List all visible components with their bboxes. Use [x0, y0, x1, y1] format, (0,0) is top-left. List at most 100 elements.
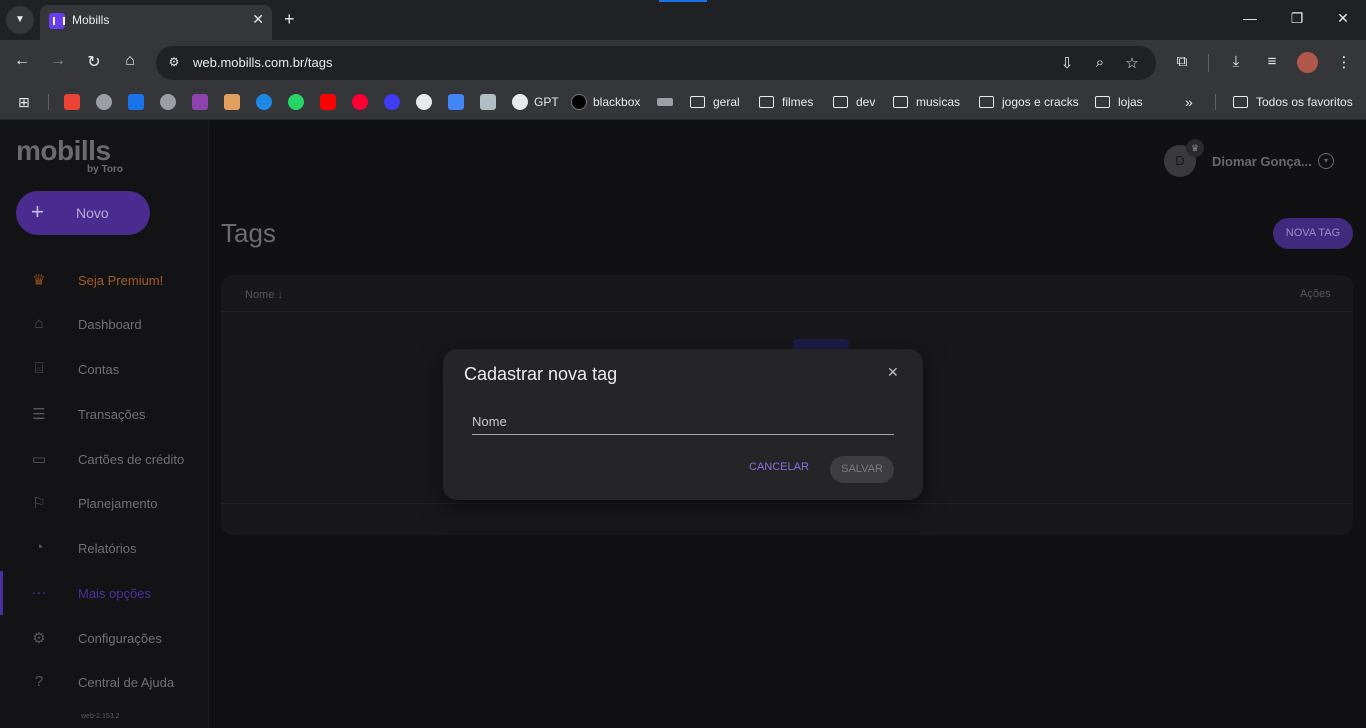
bookmark-label: geral: [713, 95, 740, 109]
new-button[interactable]: + Novo: [16, 191, 150, 235]
folder-icon: [833, 96, 848, 108]
sidebar-item-transacoes[interactable]: ☰ Transações: [0, 395, 208, 435]
sidebar-item-cartoes[interactable]: ▭ Cartões de crédito: [0, 440, 208, 480]
tag-name-field[interactable]: Nome: [472, 409, 894, 435]
page-title: Tags: [221, 218, 276, 248]
sidebar-item-dashboard[interactable]: ⌂ Dashboard: [0, 305, 208, 345]
logo-subtitle: by Toro: [87, 164, 123, 175]
bookmark-folder-musicas[interactable]: musicas: [893, 93, 960, 111]
url-text[interactable]: web.mobills.com.br/tags: [193, 55, 332, 70]
bookmark-site-icon[interactable]: [256, 94, 272, 110]
dialog-title: Cadastrar nova tag: [464, 364, 618, 384]
forward-icon[interactable]: →: [48, 52, 68, 70]
menu-icon[interactable]: ⋮: [1334, 53, 1354, 71]
bookmark-app-icon[interactable]: [128, 94, 144, 110]
save-button[interactable]: SALVAR: [830, 456, 894, 483]
youtube-music-icon[interactable]: [352, 94, 368, 110]
all-bookmarks-folder[interactable]: Todos os favoritos: [1233, 93, 1353, 111]
sidebar-item-label: Planejamento: [78, 496, 158, 511]
tab-indicator: [659, 0, 707, 2]
sidebar-item-relatorios[interactable]: ◔ Relatórios: [0, 529, 208, 569]
bookmark-folder-filmes[interactable]: filmes: [759, 93, 813, 111]
sidebar-item-planejamento[interactable]: ⚐ Planejamento: [0, 484, 208, 524]
bookmark-folder-geral[interactable]: geral: [690, 93, 740, 111]
credit-card-icon: ▭: [31, 451, 47, 468]
sidebar-item-contas[interactable]: ⌸ Contas: [0, 350, 208, 390]
more-icon: ···: [31, 584, 47, 601]
table-header: Nome ↓ Ações: [221, 275, 1353, 312]
chevron-down-icon[interactable]: ▾: [1318, 153, 1334, 169]
close-icon[interactable]: ✕: [887, 364, 899, 381]
bookmark-folder-lojas[interactable]: lojas: [1095, 93, 1143, 111]
new-tag-dialog: Cadastrar nova tag ✕ Nome CANCELAR SALVA…: [443, 349, 923, 500]
column-name-header[interactable]: Nome ↓: [245, 289, 283, 301]
address-bar[interactable]: ⚙ web.mobills.com.br/tags ⇩ ⌕ ☆: [156, 46, 1156, 80]
bookmarks-divider: [1215, 94, 1216, 110]
bookmarks-divider: [48, 94, 49, 110]
new-tag-button[interactable]: NOVA TAG: [1273, 218, 1353, 249]
extensions-icon[interactable]: ⧉: [1172, 53, 1192, 70]
plus-icon: +: [31, 199, 44, 224]
sidebar-item-label: Mais opções: [78, 586, 151, 601]
sidebar-item-configuracoes[interactable]: ⚙ Configurações: [0, 619, 208, 659]
premium-crown-icon: ♛: [1186, 139, 1204, 157]
sidebar-item-premium[interactable]: ♛ Seja Premium!: [0, 261, 208, 301]
profile-avatar[interactable]: [1297, 52, 1318, 73]
pie-chart-icon: ◔: [34, 539, 44, 556]
bookmark-folder-dev[interactable]: dev: [833, 93, 875, 111]
zoom-icon[interactable]: ⌕: [1091, 54, 1109, 71]
youtube-icon[interactable]: [320, 94, 336, 110]
help-icon: ?: [34, 673, 44, 690]
bookmark-label: musicas: [916, 95, 961, 109]
tab-close-icon[interactable]: ✕: [252, 11, 264, 28]
tab-strip: ▼ Mobills ✕ + — ❐ ✕: [0, 0, 1366, 40]
translate-icon[interactable]: [448, 94, 464, 110]
sidebar-item-ajuda[interactable]: ? Central de Ajuda: [0, 663, 208, 703]
sidebar-item-label: Seja Premium!: [78, 273, 164, 288]
bookmark-site-icon[interactable]: [657, 98, 673, 106]
back-icon[interactable]: ←: [12, 52, 32, 70]
bookmark-label: jogos e cracks: [1002, 95, 1079, 109]
bookmark-blackbox[interactable]: blackbox: [571, 93, 640, 111]
browser-tab[interactable]: Mobills ✕: [40, 5, 272, 40]
home-icon[interactable]: ⌂: [120, 52, 140, 70]
globe-icon[interactable]: [160, 94, 176, 110]
bookmark-label: blackbox: [593, 95, 641, 109]
bookmark-site-icon[interactable]: [384, 94, 400, 110]
bookmark-label: filmes: [782, 95, 814, 109]
restore-icon[interactable]: ❐: [1287, 10, 1307, 27]
bookmark-folder-jogos[interactable]: jogos e cracks: [979, 93, 1079, 111]
reload-icon[interactable]: ↻: [84, 52, 104, 72]
folder-icon: [893, 96, 908, 108]
sidebar-item-label: Configurações: [78, 631, 162, 646]
browser-toolbar: ← → ↻ ⌂ ⚙ web.mobills.com.br/tags ⇩ ⌕ ☆ …: [0, 40, 1366, 86]
bookmark-gpt[interactable]: GPT: [512, 93, 559, 111]
bookmark-site-icon[interactable]: [192, 94, 208, 110]
apps-icon[interactable]: ⊞: [18, 93, 30, 111]
more-bookmarks-icon[interactable]: »: [1185, 93, 1193, 111]
github-icon[interactable]: [416, 94, 432, 110]
site-info-icon[interactable]: ⚙: [166, 55, 182, 71]
app-main: mobills by Toro + Novo ♛ Seja Premium! ⌂…: [0, 121, 1366, 728]
bookmark-site-icon[interactable]: [224, 94, 240, 110]
list-icon: ☰: [32, 406, 46, 423]
bookmark-star-icon[interactable]: ☆: [1123, 54, 1141, 72]
sidebar-item-mais-opcoes[interactable]: ··· Mais opções: [0, 574, 208, 614]
minimize-icon[interactable]: —: [1240, 10, 1260, 26]
window-close-icon[interactable]: ✕: [1333, 10, 1353, 27]
toolbar-divider: [1208, 54, 1209, 72]
logo: mobills: [16, 135, 111, 166]
media-icon[interactable]: ≡: [1262, 53, 1282, 70]
tab-search-icon[interactable]: ▼: [6, 6, 34, 34]
gmail-icon[interactable]: [64, 94, 80, 110]
cancel-button[interactable]: CANCELAR: [749, 461, 809, 473]
user-name[interactable]: Diomar Gonça...: [1212, 154, 1312, 169]
bookmark-label: lojas: [1118, 95, 1143, 109]
bookmark-site-icon[interactable]: [480, 94, 496, 110]
install-app-icon[interactable]: ⇩: [1058, 54, 1076, 72]
sidebar-item-label: Transações: [78, 407, 146, 422]
globe-icon[interactable]: [96, 94, 112, 110]
whatsapp-icon[interactable]: [288, 94, 304, 110]
new-tab-icon[interactable]: +: [284, 9, 295, 30]
downloads-icon[interactable]: ⤓: [1226, 53, 1246, 70]
